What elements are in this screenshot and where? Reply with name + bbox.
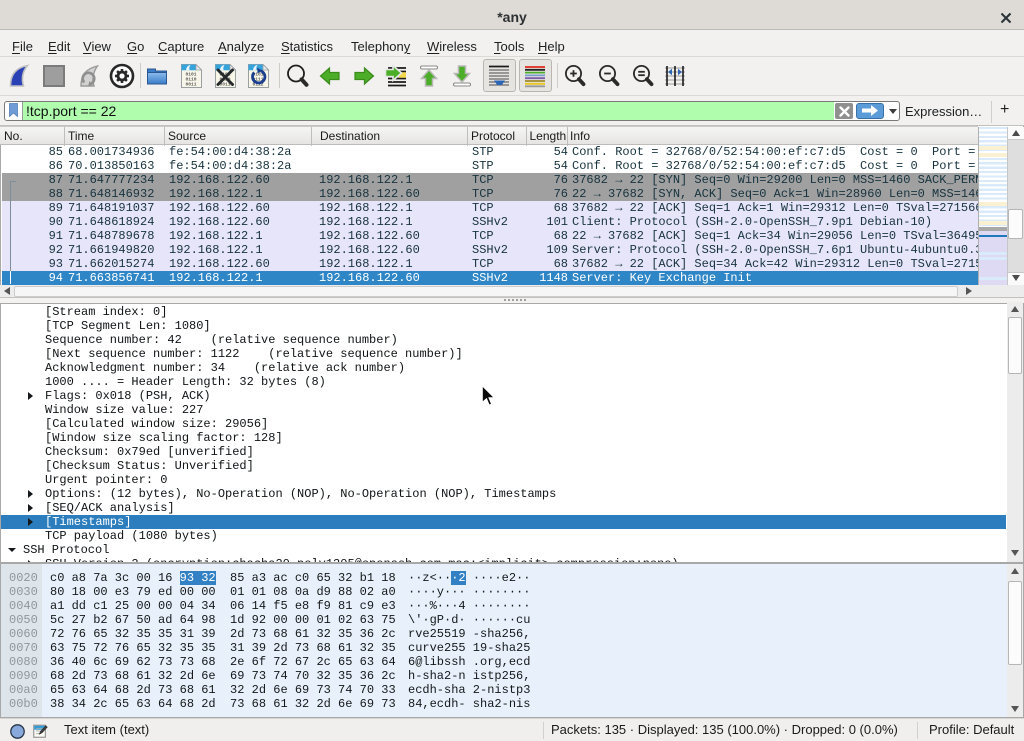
svg-text:0011: 0011 — [186, 82, 197, 88]
